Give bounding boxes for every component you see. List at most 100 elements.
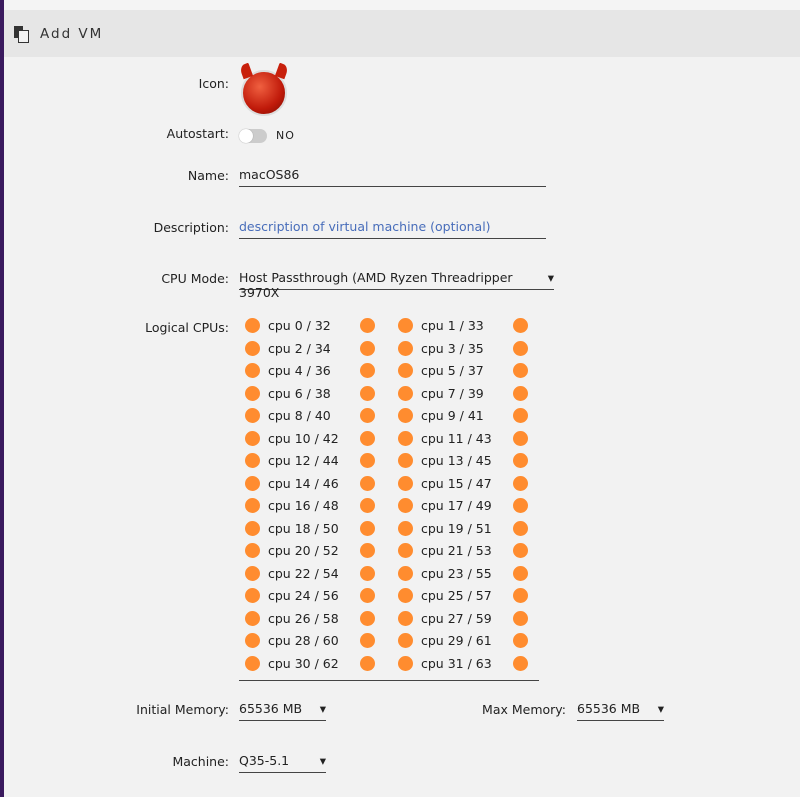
cpu-hyperthread-checkbox[interactable] xyxy=(513,498,528,513)
cpu-checkbox[interactable] xyxy=(398,453,413,468)
cpu-hyperthread-checkbox[interactable] xyxy=(513,363,528,378)
cpu-checkbox[interactable] xyxy=(245,453,260,468)
cpu-label: cpu 27 / 59 xyxy=(421,610,492,626)
cpu-hyperthread-checkbox[interactable] xyxy=(360,588,375,603)
cpu-hyperthread-checkbox[interactable] xyxy=(360,385,375,401)
cpu-hyperthread-checkbox[interactable] xyxy=(513,340,528,356)
cpu-hyperthread-checkbox[interactable] xyxy=(360,543,375,558)
cpu-checkbox[interactable] xyxy=(398,475,413,491)
cpu-hyperthread-checkbox[interactable] xyxy=(360,520,375,536)
cpu-hyperthread-checkbox[interactable] xyxy=(360,498,375,513)
cpu-hyperthread-checkbox[interactable] xyxy=(360,340,375,356)
cpu-checkbox[interactable] xyxy=(398,363,413,378)
cpu-checkbox[interactable] xyxy=(245,385,260,401)
description-label: Description: xyxy=(153,220,229,235)
cpu-row: cpu 18 / 50 cpu 19 / 51 xyxy=(239,517,539,540)
description-input[interactable]: description of virtual machine (optional… xyxy=(239,217,546,239)
cpu-hyperthread-checkbox[interactable] xyxy=(513,408,528,423)
chevron-down-icon: ▾ xyxy=(319,753,326,768)
cpu-hyperthread-checkbox[interactable] xyxy=(360,610,375,626)
cpu-hyperthread-checkbox[interactable] xyxy=(513,430,528,446)
cpu-checkbox[interactable] xyxy=(245,633,260,648)
cpu-checkbox[interactable] xyxy=(245,408,260,423)
chevron-down-icon: ▾ xyxy=(319,701,326,716)
autostart-state: NO xyxy=(276,129,295,142)
cpu-label: cpu 8 / 40 xyxy=(268,408,331,423)
cpu-label: cpu 25 / 57 xyxy=(421,588,492,603)
cpu-checkbox[interactable] xyxy=(398,655,413,671)
cpu-checkbox[interactable] xyxy=(398,430,413,446)
cpu-checkbox[interactable] xyxy=(398,520,413,536)
cpu-hyperthread-checkbox[interactable] xyxy=(360,453,375,468)
cpu-checkbox[interactable] xyxy=(245,475,260,491)
cpu-hyperthread-checkbox[interactable] xyxy=(513,633,528,648)
cpu-row: cpu 24 / 56 cpu 25 / 57 xyxy=(239,584,539,607)
freebsd-logo-icon xyxy=(241,70,287,116)
cpu-checkbox[interactable] xyxy=(398,498,413,513)
cpu-checkbox[interactable] xyxy=(245,610,260,626)
cpu-checkbox[interactable] xyxy=(245,318,260,333)
cpu-checkbox[interactable] xyxy=(398,565,413,581)
autostart-toggle[interactable] xyxy=(239,128,267,143)
cpu-hyperthread-checkbox[interactable] xyxy=(513,318,528,333)
cpu-checkbox[interactable] xyxy=(398,385,413,401)
name-input[interactable]: macOS86 xyxy=(239,165,546,187)
cpu-checkbox[interactable] xyxy=(398,543,413,558)
cpu-label: cpu 14 / 46 xyxy=(268,475,339,491)
machine-value: Q35-5.1 xyxy=(239,753,290,768)
cpu-checkbox[interactable] xyxy=(245,340,260,356)
cpu-checkbox[interactable] xyxy=(245,520,260,536)
cpu-checkbox[interactable] xyxy=(245,498,260,513)
max-memory-select[interactable]: 65536 MB ▾ xyxy=(577,699,664,721)
cpu-row: cpu 10 / 42 cpu 11 / 43 xyxy=(239,427,539,450)
cpu-hyperthread-checkbox[interactable] xyxy=(360,363,375,378)
vm-icon-picker[interactable] xyxy=(239,66,289,116)
cpu-hyperthread-checkbox[interactable] xyxy=(513,588,528,603)
cpu-hyperthread-checkbox[interactable] xyxy=(360,565,375,581)
cpu-label: cpu 31 / 63 xyxy=(421,655,492,671)
page-title: Add VM xyxy=(40,25,104,42)
cpu-hyperthread-checkbox[interactable] xyxy=(513,610,528,626)
cpu-row: cpu 22 / 54 cpu 23 / 55 xyxy=(239,562,539,585)
cpu-hyperthread-checkbox[interactable] xyxy=(513,565,528,581)
cpu-checkbox[interactable] xyxy=(398,408,413,423)
machine-select[interactable]: Q35-5.1 ▾ xyxy=(239,751,326,773)
chevron-down-icon: ▾ xyxy=(547,270,554,285)
cpu-checkbox[interactable] xyxy=(398,588,413,603)
cpu-checkbox[interactable] xyxy=(398,610,413,626)
cpu-checkbox[interactable] xyxy=(245,655,260,671)
cpu-label: cpu 28 / 60 xyxy=(268,633,339,648)
cpu-hyperthread-checkbox[interactable] xyxy=(513,385,528,401)
cpu-row: cpu 20 / 52 cpu 21 / 53 xyxy=(239,539,539,562)
cpu-checkbox[interactable] xyxy=(245,565,260,581)
chevron-down-icon: ▾ xyxy=(657,701,664,716)
initial-memory-select[interactable]: 65536 MB ▾ xyxy=(239,699,326,721)
window-edge xyxy=(0,0,4,797)
cpu-hyperthread-checkbox[interactable] xyxy=(360,633,375,648)
cpu-label: cpu 9 / 41 xyxy=(421,408,484,423)
cpu-hyperthread-checkbox[interactable] xyxy=(360,318,375,333)
cpu-checkbox[interactable] xyxy=(398,318,413,333)
cpu-mode-select[interactable]: Host Passthrough (AMD Ryzen Threadripper… xyxy=(239,268,554,300)
cpu-hyperthread-checkbox[interactable] xyxy=(360,430,375,446)
cpu-checkbox[interactable] xyxy=(398,340,413,356)
cpu-hyperthread-checkbox[interactable] xyxy=(513,475,528,491)
cpu-row: cpu 12 / 44 cpu 13 / 45 xyxy=(239,449,539,472)
cpu-hyperthread-checkbox[interactable] xyxy=(360,408,375,423)
cpu-hyperthread-checkbox[interactable] xyxy=(513,543,528,558)
cpu-checkbox[interactable] xyxy=(245,543,260,558)
cpu-label: cpu 6 / 38 xyxy=(268,385,331,401)
cpu-checkbox[interactable] xyxy=(245,430,260,446)
cpu-hyperthread-checkbox[interactable] xyxy=(360,655,375,671)
cpu-checkbox[interactable] xyxy=(245,588,260,603)
initial-memory-value: 65536 MB xyxy=(239,701,303,716)
cpu-checkbox[interactable] xyxy=(398,633,413,648)
cpu-hyperthread-checkbox[interactable] xyxy=(360,475,375,491)
initial-memory-label: Initial Memory: xyxy=(136,702,229,717)
cpu-label: cpu 24 / 56 xyxy=(268,588,339,603)
cpu-hyperthread-checkbox[interactable] xyxy=(513,655,528,671)
cpu-checkbox[interactable] xyxy=(245,363,260,378)
cpu-label: cpu 10 / 42 xyxy=(268,430,339,446)
cpu-hyperthread-checkbox[interactable] xyxy=(513,453,528,468)
cpu-hyperthread-checkbox[interactable] xyxy=(513,520,528,536)
